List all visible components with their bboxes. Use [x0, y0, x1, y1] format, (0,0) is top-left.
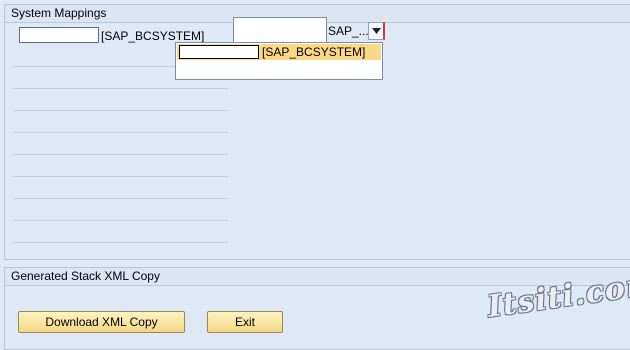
dropdown-option-input: [179, 45, 259, 59]
divider: [13, 110, 228, 111]
dropdown-option[interactable]: [SAP_BCSYSTEM]: [177, 44, 381, 60]
mapping-input[interactable]: [19, 27, 99, 43]
divider: [13, 154, 228, 155]
exit-button[interactable]: Exit: [207, 311, 283, 333]
divider: [13, 198, 228, 199]
combo-value[interactable]: SAP_...: [328, 24, 369, 38]
divider: [13, 176, 228, 177]
download-xml-button[interactable]: Download XML Copy: [18, 311, 185, 333]
dropdown-option-label: [SAP_BCSYSTEM]: [262, 45, 366, 59]
divider: [13, 242, 228, 243]
mapping-system-label: [SAP_BCSYSTEM]: [101, 29, 205, 43]
chevron-down-icon: [371, 28, 381, 34]
combo-field[interactable]: [233, 17, 327, 44]
divider: [13, 88, 228, 89]
combo-toggle-button[interactable]: [368, 22, 385, 40]
dropdown-list: [SAP_BCSYSTEM]: [175, 42, 383, 80]
divider: [13, 220, 228, 221]
page: System Mappings [SAP_BCSYSTEM] SAP_... […: [0, 0, 630, 350]
divider: [13, 132, 228, 133]
